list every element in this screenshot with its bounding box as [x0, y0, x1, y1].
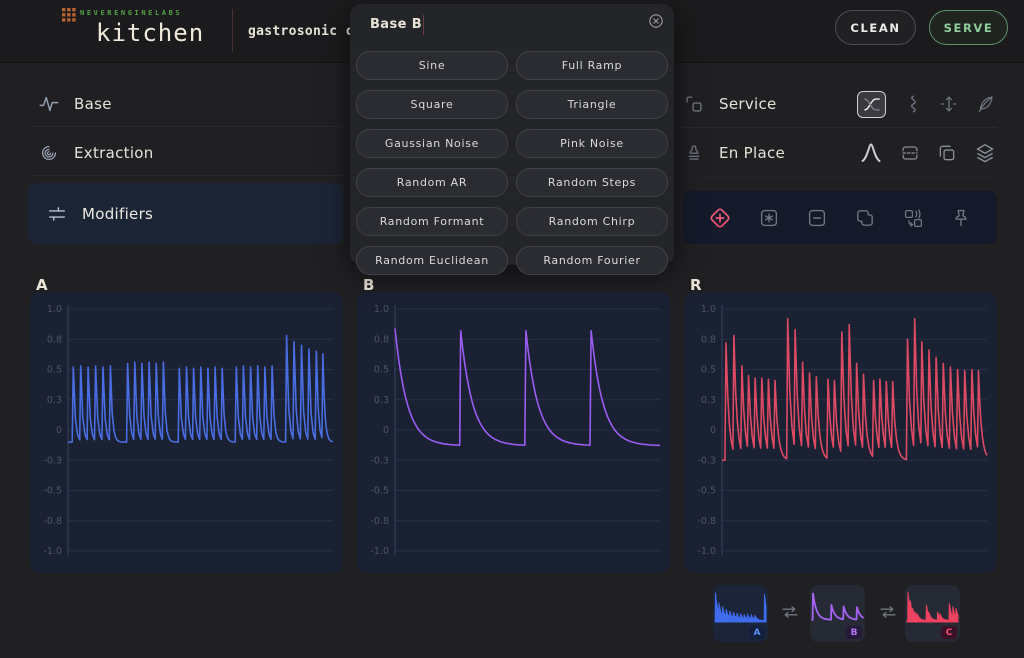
panel-divider [683, 127, 997, 128]
sidebar-item-modifiers[interactable]: Modifiers [28, 183, 343, 244]
swap-arrows-icon[interactable] [780, 604, 800, 620]
waveform-button-random-fourier[interactable]: Random Fourier [516, 246, 668, 275]
thumb-a[interactable]: A [713, 585, 768, 642]
waveform-button-random-chirp[interactable]: Random Chirp [516, 207, 668, 236]
pin-icon[interactable] [949, 206, 973, 230]
thumb-a-badge: A [749, 626, 765, 639]
svg-text:0.5: 0.5 [374, 365, 389, 376]
svg-text:-0.5: -0.5 [370, 486, 389, 497]
brand-divider [232, 9, 233, 52]
sidebar-divider [30, 126, 343, 127]
svg-text:0.8: 0.8 [374, 335, 389, 346]
base-b-modal: Base B Sine Full Ramp Square Triangle Ga… [350, 4, 674, 265]
sidebar-item-label: Extraction [74, 144, 154, 162]
grid-logo-icon [62, 8, 76, 22]
peak-icon[interactable] [858, 141, 884, 165]
close-icon[interactable] [647, 12, 665, 30]
svg-text:-1.0: -1.0 [370, 546, 389, 557]
subtract-icon[interactable] [805, 206, 829, 230]
svg-text:-0.5: -0.5 [697, 486, 716, 497]
feather-icon[interactable] [975, 93, 997, 115]
waveform-button-grid: Sine Full Ramp Square Triangle Gaussian … [356, 51, 668, 275]
brand-small: NEVERENGINELABS [80, 9, 182, 17]
swap-arrows-icon[interactable] [878, 604, 898, 620]
link-group-icon [683, 93, 705, 115]
svg-text:-0.3: -0.3 [370, 455, 389, 466]
svg-text:-0.5: -0.5 [43, 486, 62, 497]
waveform-button-random-ar[interactable]: Random AR [356, 168, 508, 197]
sidebar-item-label: Modifiers [82, 205, 153, 223]
crossfade-toggle-icon[interactable] [857, 91, 886, 118]
waveform-button-square[interactable]: Square [356, 90, 508, 119]
spiral-icon [38, 142, 60, 164]
svg-text:-0.3: -0.3 [697, 455, 716, 466]
pulse-icon [38, 93, 60, 115]
service-label: Service [719, 95, 777, 113]
sidebar-item-extraction[interactable]: Extraction [30, 134, 343, 172]
thumb-b-badge: B [846, 626, 862, 639]
svg-text:1.0: 1.0 [47, 304, 62, 315]
stamp-icon [683, 142, 705, 164]
waveform-button-random-euclidean[interactable]: Random Euclidean [356, 246, 508, 275]
waveform-button-pink-noise[interactable]: Pink Noise [516, 129, 668, 158]
svg-text:0.5: 0.5 [701, 365, 716, 376]
svg-text:-1.0: -1.0 [43, 546, 62, 557]
vertical-scale-icon[interactable] [938, 93, 960, 115]
add-diamond-icon[interactable] [707, 205, 733, 231]
clean-button[interactable]: CLEAN [835, 10, 916, 45]
svg-text:0: 0 [710, 425, 716, 436]
layers-icon[interactable] [973, 141, 997, 165]
waveform-button-random-steps[interactable]: Random Steps [516, 168, 668, 197]
modifier-toolbar [683, 191, 997, 244]
svg-text:-0.8: -0.8 [43, 516, 62, 527]
svg-text:1.0: 1.0 [701, 304, 716, 315]
plot-r: 1.0 0.8 0.5 0.3 0 -0.3 -0.5 -0.8 -1.0 [684, 292, 997, 573]
svg-text:0: 0 [56, 425, 62, 436]
plot-a: 1.0 0.8 0.5 0.3 0 -0.3 -0.5 -0.8 -1.0 [30, 292, 343, 573]
svg-text:0.8: 0.8 [701, 335, 716, 346]
duplicate-icon[interactable] [936, 142, 958, 164]
svg-text:-0.3: -0.3 [43, 455, 62, 466]
waveform-button-triangle[interactable]: Triangle [516, 90, 668, 119]
enplace-label: En Place [719, 144, 785, 162]
union-icon[interactable] [853, 206, 877, 230]
enplace-row: En Place [683, 134, 997, 172]
waveform-button-gaussian-noise[interactable]: Gaussian Noise [356, 129, 508, 158]
svg-text:0.5: 0.5 [47, 365, 62, 376]
plot-a-canvas: 1.0 0.8 0.5 0.3 0 -0.3 -0.5 -0.8 -1.0 [30, 292, 343, 573]
waveform-button-full-ramp[interactable]: Full Ramp [516, 51, 668, 80]
asterisk-icon[interactable] [757, 206, 781, 230]
plot-b-canvas: 1.0 0.8 0.5 0.3 0 -0.3 -0.5 -0.8 -1.0 [357, 292, 670, 573]
svg-text:-1.0: -1.0 [697, 546, 716, 557]
wave-squiggle-icon[interactable] [901, 93, 923, 115]
svg-text:0.3: 0.3 [701, 395, 716, 406]
svg-text:1.0: 1.0 [374, 304, 389, 315]
thumb-c-badge: C [941, 626, 957, 639]
svg-text:0.3: 0.3 [374, 395, 389, 406]
serve-button[interactable]: SERVE [929, 10, 1008, 45]
svg-text:0.8: 0.8 [47, 335, 62, 346]
sidebar-item-base[interactable]: Base [30, 85, 343, 123]
sliders-icon [46, 203, 68, 225]
sidebar-item-label: Base [74, 95, 112, 113]
thumb-c[interactable]: C [905, 585, 960, 642]
svg-text:0: 0 [383, 425, 389, 436]
plot-r-canvas: 1.0 0.8 0.5 0.3 0 -0.3 -0.5 -0.8 -1.0 [684, 292, 997, 573]
sidebar-divider [30, 175, 343, 176]
plot-b: 1.0 0.8 0.5 0.3 0 -0.3 -0.5 -0.8 -1.0 [357, 292, 670, 573]
panel-divider [683, 176, 997, 177]
app-window: NEVERENGINELABS kitchen gastrosonic cycl… [0, 0, 1024, 658]
waveform-button-random-formant[interactable]: Random Formant [356, 207, 508, 236]
service-row: Service [683, 85, 997, 123]
svg-text:-0.8: -0.8 [697, 516, 716, 527]
dashed-frame-icon[interactable] [899, 142, 921, 164]
brand-title: kitchen [96, 19, 204, 47]
svg-text:0.3: 0.3 [47, 395, 62, 406]
swap-blocks-icon[interactable] [901, 206, 925, 230]
thumb-b[interactable]: B [810, 585, 865, 642]
modal-title-divider [423, 15, 424, 35]
waveform-button-sine[interactable]: Sine [356, 51, 508, 80]
svg-text:-0.8: -0.8 [370, 516, 389, 527]
modal-title: Base B [370, 17, 422, 32]
